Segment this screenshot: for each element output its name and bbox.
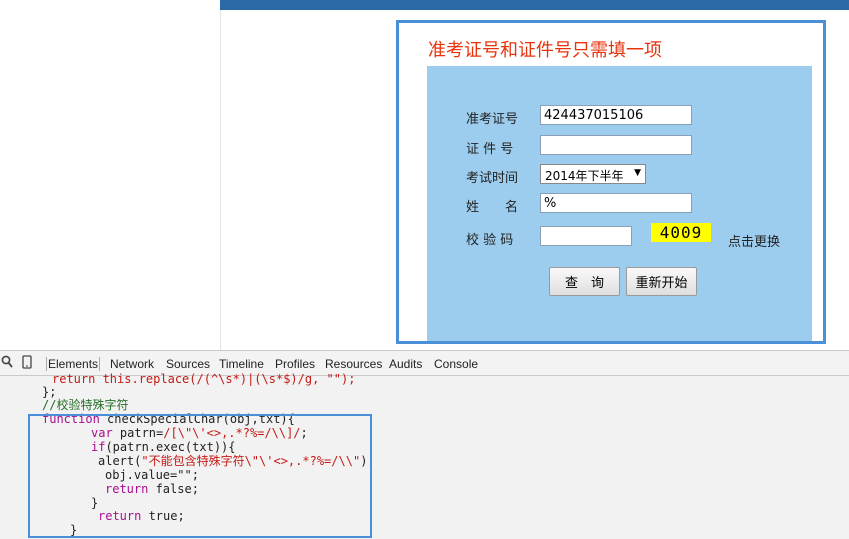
tab-sources[interactable]: Sources — [166, 357, 210, 371]
header-bar — [220, 0, 849, 10]
device-mode-icon[interactable] — [22, 355, 32, 372]
tab-console[interactable]: Console — [434, 357, 478, 371]
tab-audits[interactable]: Audits — [389, 357, 422, 371]
tab-timeline[interactable]: Timeline — [219, 357, 264, 371]
code-line: }; — [42, 385, 57, 399]
form-highlight-frame — [396, 20, 826, 344]
tab-elements[interactable]: Elements — [46, 357, 101, 371]
tab-network[interactable]: Network — [110, 357, 154, 371]
search-icon[interactable] — [1, 355, 13, 372]
code-highlight-frame — [28, 414, 372, 538]
page-content: 准考证号和证件号只需填一项 准考证号 证 件 号 考试时间 2014年下半年 ▼… — [0, 0, 849, 350]
tab-profiles[interactable]: Profiles — [275, 357, 315, 371]
code-line: return this.replace(/(^\s*)|(\s*$)/g, ""… — [52, 372, 356, 386]
column-divider — [220, 10, 221, 350]
tab-resources[interactable]: Resources — [325, 357, 382, 371]
code-comment: //校验特殊字符 — [42, 398, 129, 412]
